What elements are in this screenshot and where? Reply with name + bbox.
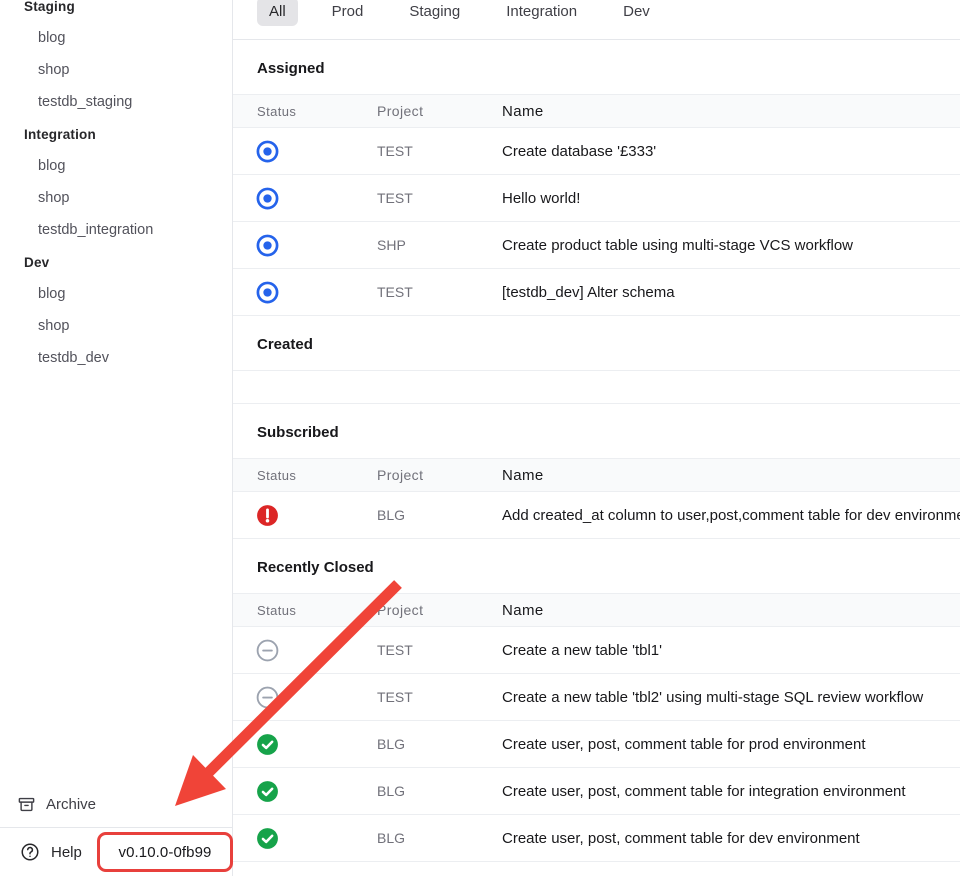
sidebar-group-dev: Dev bbox=[0, 246, 232, 278]
archive-button[interactable]: Archive bbox=[0, 781, 232, 827]
issue-name-cell: Create database '£333' bbox=[502, 143, 960, 160]
app-version-badge: v0.10.0-0fb99 bbox=[97, 832, 233, 872]
issue-project-cell: SHP bbox=[377, 237, 502, 253]
issue-row[interactable]: TESTCreate a new table 'tbl2' using mult… bbox=[233, 674, 960, 721]
issue-name-cell: Create user, post, comment table for pro… bbox=[502, 736, 960, 753]
section-title-subscribed: Subscribed bbox=[233, 404, 960, 458]
section-title-assigned: Assigned bbox=[233, 40, 960, 94]
help-button[interactable]: Help v0.10.0-0fb99 bbox=[0, 827, 232, 876]
sections-container: AssignedStatusProjectNameTESTCreate data… bbox=[233, 40, 960, 862]
issue-row[interactable]: BLGCreate user, post, comment table for … bbox=[233, 815, 960, 862]
status-done-icon bbox=[255, 826, 280, 851]
issue-name-cell: Hello world! bbox=[502, 190, 960, 207]
sidebar-item-shop[interactable]: shop bbox=[0, 310, 232, 342]
table-header-assigned: StatusProjectName bbox=[233, 94, 960, 128]
issue-status-cell bbox=[257, 139, 377, 164]
archive-icon bbox=[17, 795, 36, 814]
issue-name-cell: Create product table using multi-stage V… bbox=[502, 237, 960, 254]
tab-integration[interactable]: Integration bbox=[494, 0, 589, 26]
column-header-status: Status bbox=[257, 104, 377, 119]
status-open-icon bbox=[255, 186, 280, 211]
issue-name-cell: [testdb_dev] Alter schema bbox=[502, 284, 960, 301]
issue-status-cell bbox=[257, 638, 377, 663]
issue-row[interactable]: BLGCreate user, post, comment table for … bbox=[233, 768, 960, 815]
archive-label: Archive bbox=[46, 796, 96, 813]
column-header-name: Name bbox=[502, 467, 960, 484]
issue-status-cell bbox=[257, 280, 377, 305]
sidebar-nav: Stagingblogshoptestdb_stagingIntegration… bbox=[0, 0, 232, 374]
sidebar-group-staging: Staging bbox=[0, 0, 232, 22]
sidebar: Stagingblogshoptestdb_stagingIntegration… bbox=[0, 0, 233, 876]
empty-table-created bbox=[233, 370, 960, 404]
help-label: Help bbox=[51, 844, 82, 861]
sidebar-item-blog[interactable]: blog bbox=[0, 150, 232, 182]
status-open-icon bbox=[255, 280, 280, 305]
issue-name-cell: Create a new table 'tbl1' bbox=[502, 642, 960, 659]
issue-project-cell: TEST bbox=[377, 143, 502, 159]
issue-status-cell bbox=[257, 233, 377, 258]
status-canceled-icon bbox=[255, 685, 280, 710]
main-content: AllProdStagingIntegrationDev AssignedSta… bbox=[233, 0, 960, 876]
issue-project-cell: TEST bbox=[377, 284, 502, 300]
tab-staging[interactable]: Staging bbox=[397, 0, 472, 26]
sidebar-footer: Archive Help v0.10.0-0fb99 bbox=[0, 781, 232, 876]
issue-row[interactable]: TESTCreate a new table 'tbl1' bbox=[233, 627, 960, 674]
issue-project-cell: TEST bbox=[377, 190, 502, 206]
issue-project-cell: BLG bbox=[377, 736, 502, 752]
issue-name-cell: Create user, post, comment table for dev… bbox=[502, 830, 960, 847]
sidebar-item-blog[interactable]: blog bbox=[0, 278, 232, 310]
issue-status-cell bbox=[257, 779, 377, 804]
status-done-icon bbox=[255, 732, 280, 757]
sidebar-group-integration: Integration bbox=[0, 118, 232, 150]
column-header-name: Name bbox=[502, 602, 960, 619]
issue-status-cell bbox=[257, 732, 377, 757]
section-title-recently-closed: Recently Closed bbox=[233, 539, 960, 593]
column-header-project: Project bbox=[377, 467, 502, 483]
issue-project-cell: TEST bbox=[377, 642, 502, 658]
status-open-icon bbox=[255, 233, 280, 258]
table-header-subscribed: StatusProjectName bbox=[233, 458, 960, 492]
sidebar-item-shop[interactable]: shop bbox=[0, 182, 232, 214]
issue-row[interactable]: BLGCreate user, post, comment table for … bbox=[233, 721, 960, 768]
env-tabbar: All Prod Staging Integration Dev bbox=[233, 0, 960, 40]
sidebar-item-testdb_staging[interactable]: testdb_staging bbox=[0, 86, 232, 118]
issue-row[interactable]: TEST[testdb_dev] Alter schema bbox=[233, 269, 960, 316]
app-window: Stagingblogshoptestdb_stagingIntegration… bbox=[0, 0, 960, 876]
issue-status-cell bbox=[257, 503, 377, 528]
sidebar-item-testdb_integration[interactable]: testdb_integration bbox=[0, 214, 232, 246]
column-header-project: Project bbox=[377, 602, 502, 618]
issue-name-cell: Create user, post, comment table for int… bbox=[502, 783, 960, 800]
issue-project-cell: BLG bbox=[377, 507, 502, 523]
sidebar-item-blog[interactable]: blog bbox=[0, 22, 232, 54]
tab-dev[interactable]: Dev bbox=[611, 0, 662, 26]
sidebar-item-shop[interactable]: shop bbox=[0, 54, 232, 86]
issue-project-cell: TEST bbox=[377, 689, 502, 705]
status-open-icon bbox=[255, 139, 280, 164]
status-error-icon bbox=[255, 503, 280, 528]
issue-project-cell: BLG bbox=[377, 783, 502, 799]
column-header-name: Name bbox=[502, 103, 960, 120]
issue-name-cell: Create a new table 'tbl2' using multi-st… bbox=[502, 689, 960, 706]
help-icon bbox=[20, 842, 40, 862]
issue-row[interactable]: SHPCreate product table using multi-stag… bbox=[233, 222, 960, 269]
status-done-icon bbox=[255, 779, 280, 804]
column-header-status: Status bbox=[257, 603, 377, 618]
issue-row[interactable]: TESTCreate database '£333' bbox=[233, 128, 960, 175]
issue-name-cell: Add created_at column to user,post,comme… bbox=[502, 507, 960, 524]
column-header-project: Project bbox=[377, 103, 502, 119]
column-header-status: Status bbox=[257, 468, 377, 483]
sidebar-item-testdb_dev[interactable]: testdb_dev bbox=[0, 342, 232, 374]
issue-row[interactable]: BLGAdd created_at column to user,post,co… bbox=[233, 492, 960, 539]
issue-status-cell bbox=[257, 685, 377, 710]
table-header-recently-closed: StatusProjectName bbox=[233, 593, 960, 627]
tab-prod[interactable]: Prod bbox=[320, 0, 376, 26]
section-title-created: Created bbox=[233, 316, 960, 370]
issue-status-cell bbox=[257, 826, 377, 851]
issue-row[interactable]: TESTHello world! bbox=[233, 175, 960, 222]
issue-status-cell bbox=[257, 186, 377, 211]
status-canceled-icon bbox=[255, 638, 280, 663]
tab-all[interactable]: All bbox=[257, 0, 298, 26]
issue-project-cell: BLG bbox=[377, 830, 502, 846]
